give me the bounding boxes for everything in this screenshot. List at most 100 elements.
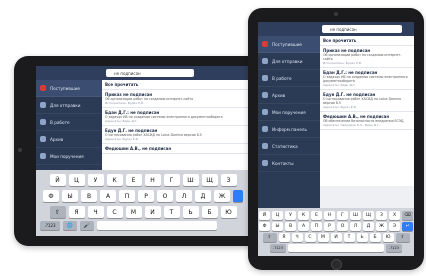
key[interactable]: У xyxy=(285,211,296,220)
key[interactable]: Х xyxy=(389,211,400,220)
key[interactable]: Д xyxy=(195,190,211,202)
key[interactable]: Н xyxy=(324,211,335,220)
key[interactable]: З xyxy=(220,174,237,186)
key[interactable]: Р xyxy=(324,222,335,231)
right-menu-item-tasks[interactable]: Мои поручения xyxy=(258,104,320,121)
space-key[interactable] xyxy=(288,244,384,252)
right-menu-item-outbox[interactable]: Для отправки xyxy=(258,53,320,70)
globe-icon[interactable]: 🌐 xyxy=(63,221,77,230)
key[interactable]: П xyxy=(119,190,135,202)
return-key[interactable] xyxy=(233,190,243,202)
key[interactable]: К xyxy=(298,211,309,220)
key[interactable]: Э xyxy=(389,222,400,231)
list-item[interactable]: Все прочитать xyxy=(102,80,250,90)
list-item[interactable]: Федюшин А.В., не подписан xyxy=(102,144,250,154)
key[interactable]: Ч xyxy=(87,206,104,218)
key[interactable]: Я xyxy=(278,233,290,242)
key[interactable]: Е xyxy=(125,174,142,186)
key[interactable]: Ц xyxy=(272,211,283,220)
list-item[interactable]: Едун Д.Г. не подписан О согласовании раб… xyxy=(320,90,414,112)
key[interactable]: Ю xyxy=(382,233,394,242)
key[interactable]: С xyxy=(304,233,316,242)
key[interactable]: Р xyxy=(138,190,154,202)
key[interactable]: Л xyxy=(350,222,361,231)
right-search-input[interactable]: не подписан xyxy=(322,25,402,33)
key[interactable]: Ф xyxy=(43,190,59,202)
shift-key[interactable]: ⇧ xyxy=(49,206,66,218)
left-menu-item-archive[interactable]: Архив xyxy=(36,131,102,148)
list-item[interactable]: Едун Д.Г. не подписан О согласовании раб… xyxy=(102,126,250,144)
key[interactable]: Ю xyxy=(220,206,237,218)
right-menu-item-dashboard[interactable]: Информ.панель xyxy=(258,121,320,138)
backspace-key[interactable]: ⌫ xyxy=(402,211,413,220)
left-menu-item-inbox[interactable]: Поступившие xyxy=(36,80,102,97)
key[interactable]: Ы xyxy=(272,222,283,231)
space-key[interactable] xyxy=(97,221,217,230)
key[interactable]: С xyxy=(106,206,123,218)
key[interactable]: Ч xyxy=(291,233,303,242)
key[interactable]: Л xyxy=(176,190,192,202)
return-key[interactable]: ↵ xyxy=(402,222,413,231)
key[interactable]: Н xyxy=(144,174,161,186)
key[interactable]: З xyxy=(376,211,387,220)
key[interactable]: Г xyxy=(163,174,180,186)
left-menu-item-tasks[interactable]: Мои поручения xyxy=(36,148,102,165)
key[interactable]: У xyxy=(87,174,104,186)
key[interactable]: Й xyxy=(259,211,270,220)
right-menu-item-contacts[interactable]: Контакты xyxy=(258,155,320,172)
home-button[interactable] xyxy=(331,259,342,270)
key[interactable]: Ц xyxy=(68,174,85,186)
microphone-icon[interactable]: 🎤 xyxy=(80,221,94,230)
key[interactable]: Г xyxy=(337,211,348,220)
left-menu-item-work[interactable]: В работе xyxy=(36,114,102,131)
key[interactable]: Щ xyxy=(363,211,374,220)
key[interactable]: Щ xyxy=(201,174,218,186)
key[interactable]: Б xyxy=(201,206,218,218)
key[interactable]: В xyxy=(81,190,97,202)
key[interactable]: И xyxy=(330,233,342,242)
key[interactable]: Ф xyxy=(259,222,270,231)
key[interactable]: Е xyxy=(311,211,322,220)
key[interactable]: П xyxy=(311,222,322,231)
left-menu-item-outbox[interactable]: Для отправки xyxy=(36,97,102,114)
key[interactable]: Д xyxy=(363,222,374,231)
key[interactable]: О xyxy=(337,222,348,231)
left-search-input[interactable]: не подписан xyxy=(106,69,194,77)
key[interactable]: Ш xyxy=(182,174,199,186)
list-item[interactable]: Все прочитать xyxy=(320,36,414,46)
dashboard-icon xyxy=(262,126,268,132)
numbers-key[interactable]: .?123 xyxy=(40,221,60,230)
key[interactable]: О xyxy=(157,190,173,202)
key[interactable]: Т xyxy=(163,206,180,218)
numbers-key[interactable]: .?123 xyxy=(386,244,402,252)
key[interactable]: А xyxy=(100,190,116,202)
key[interactable]: Ш xyxy=(350,211,361,220)
key[interactable]: Ь xyxy=(182,206,199,218)
key[interactable]: М xyxy=(125,206,142,218)
shift-key[interactable]: ⇧ xyxy=(262,233,277,242)
right-menu-item-stats[interactable]: Статистика xyxy=(258,138,320,155)
list-item[interactable]: Бдан Д.Г.: не подписан О задачах ИБ по с… xyxy=(102,108,250,126)
key[interactable]: К xyxy=(106,174,123,186)
key[interactable]: Т xyxy=(343,233,355,242)
right-menu-item-work[interactable]: В работе xyxy=(258,70,320,87)
key[interactable]: Ы xyxy=(62,190,78,202)
list-item[interactable]: Приказ не подписан Об организации работ … xyxy=(102,90,250,108)
key[interactable]: В xyxy=(285,222,296,231)
right-menu-item-archive[interactable]: Архив xyxy=(258,87,320,104)
key[interactable]: Ж xyxy=(376,222,387,231)
list-item[interactable]: Федюшин А.В., не подписан Об обеспечении… xyxy=(320,112,414,130)
key[interactable]: Ь xyxy=(356,233,368,242)
key[interactable]: Б xyxy=(369,233,381,242)
right-menu-item-inbox[interactable]: Поступившие xyxy=(258,36,320,53)
key[interactable]: М xyxy=(317,233,329,242)
key[interactable]: И xyxy=(144,206,161,218)
list-item[interactable]: Приказ не подписан Об организации работ … xyxy=(320,46,414,68)
shift-key[interactable]: ⇧ xyxy=(395,233,410,242)
key[interactable]: Ж xyxy=(214,190,230,202)
key[interactable]: Я xyxy=(68,206,85,218)
numbers-key[interactable]: .?123 xyxy=(270,244,286,252)
list-item[interactable]: Бдан Д.Г.: не подписан О задачах ИБ по с… xyxy=(320,68,414,90)
key[interactable]: Й xyxy=(49,174,66,186)
key[interactable]: А xyxy=(298,222,309,231)
